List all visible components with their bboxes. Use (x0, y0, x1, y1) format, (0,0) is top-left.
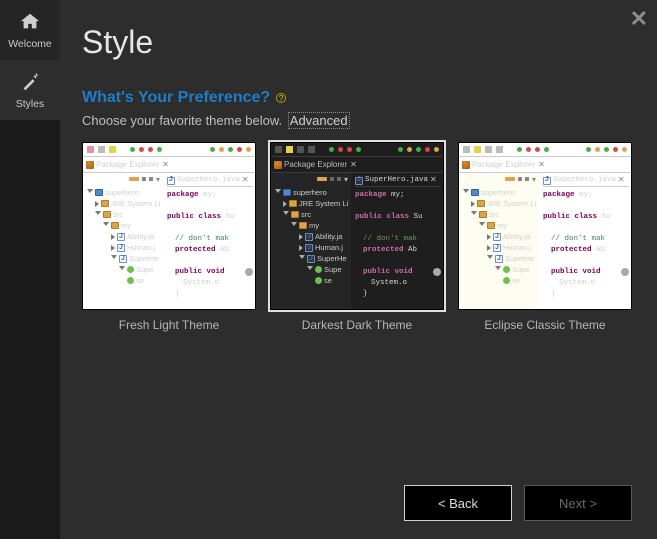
thumb-toolbar (459, 143, 631, 157)
back-button[interactable]: < Back (404, 485, 512, 521)
theme-caption: Eclipse Classic Theme (484, 318, 605, 332)
package-icon (86, 161, 94, 169)
theme-card-eclipse-classic: Package Explorer ✕ ▾ superhero JRE Syste… (458, 142, 632, 332)
tab-close-icon: ✕ (162, 160, 169, 169)
thumb-tabbar: Package Explorer ✕ (83, 157, 255, 173)
next-button[interactable]: Next > (524, 485, 632, 521)
sidebar-tab-label: Welcome (8, 38, 52, 50)
advanced-link[interactable]: Advanced (288, 112, 350, 129)
theme-card-darkest-dark: Package Explorer ✕ ▾ superhero JRE Syste… (270, 142, 444, 332)
thumb-tabbar: Package Explorer ✕ (459, 157, 631, 173)
thumb-editor: JSuperHero.java✕ package my; public clas… (351, 173, 443, 309)
preference-description: Choose your favorite theme below. Advanc… (82, 113, 632, 128)
help-icon[interactable]: ? (276, 93, 286, 103)
sidebar-tab-welcome[interactable]: Welcome (0, 0, 60, 60)
package-icon (462, 161, 470, 169)
close-icon[interactable]: ✕ (630, 6, 648, 32)
sidebar-tab-styles[interactable]: Styles (0, 60, 60, 120)
sidebar-tab-label: Styles (16, 98, 45, 110)
theme-card-fresh-light: Package Explorer ✕ ▾ superhero JRE Syste… (82, 142, 256, 332)
package-icon (274, 161, 282, 169)
preference-question: What's Your Preference? (82, 89, 270, 107)
wizard-button-row: < Back Next > (404, 485, 632, 521)
main-panel: ✕ Style What's Your Preference? ? Choose… (60, 0, 657, 539)
tab-close-icon: ✕ (350, 160, 357, 169)
theme-thumb-eclipse-classic[interactable]: Package Explorer ✕ ▾ superhero JRE Syste… (458, 142, 632, 310)
thumb-tabbar: Package Explorer ✕ (271, 157, 443, 173)
theme-thumb-fresh-light[interactable]: Package Explorer ✕ ▾ superhero JRE Syste… (82, 142, 256, 310)
page-title: Style (82, 24, 632, 61)
sidebar: Welcome Styles (0, 0, 60, 539)
thumb-tree: ▾ superhero JRE System Li src my JAbilit… (271, 173, 351, 309)
preference-description-text: Choose your favorite theme below. (82, 113, 286, 128)
thumb-toolbar (271, 143, 443, 157)
theme-card-row: Package Explorer ✕ ▾ superhero JRE Syste… (82, 142, 632, 332)
thumb-editor: JSuperHero.java✕ package my; public clas… (163, 173, 255, 309)
thumb-toolbar (83, 143, 255, 157)
thumb-tree: ▾ superhero JRE System Li src my JAbilit… (83, 173, 163, 309)
thumb-tree: ▾ superhero JRE System Li src my JAbilit… (459, 173, 539, 309)
home-icon (18, 10, 42, 34)
theme-thumb-darkest-dark[interactable]: Package Explorer ✕ ▾ superhero JRE Syste… (270, 142, 444, 310)
tab-close-icon: ✕ (538, 160, 545, 169)
theme-caption: Fresh Light Theme (119, 318, 220, 332)
theme-caption: Darkest Dark Theme (302, 318, 412, 332)
thumb-editor: JSuperHero.java✕ package my; public clas… (539, 173, 631, 309)
preference-heading-row: What's Your Preference? ? (82, 89, 632, 107)
wand-icon (18, 70, 42, 94)
